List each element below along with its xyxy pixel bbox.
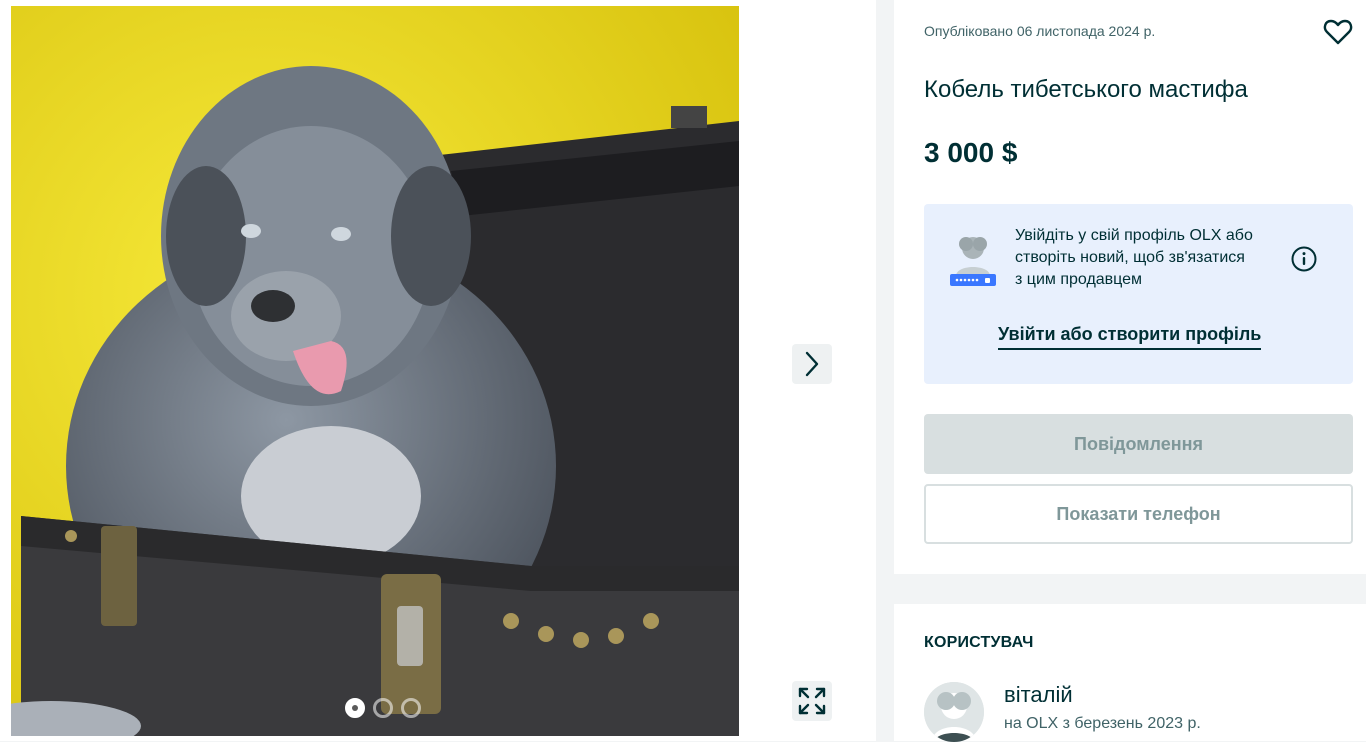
listing-card: Опубліковано 06 листопада 2024 р. Кобель… <box>894 0 1366 574</box>
listing-photo[interactable] <box>11 6 739 736</box>
pagination-dot-2[interactable] <box>373 698 393 718</box>
login-link[interactable]: Увійти або створити профіль <box>998 324 1262 350</box>
login-prompt-text: Увійдіть у свій профіль OLX або створіть… <box>1015 227 1253 288</box>
photo-illustration <box>11 6 739 736</box>
heart-icon <box>1323 19 1353 45</box>
seller-since: на OLX з березень 2023 р. <box>1004 715 1201 732</box>
gallery-pagination <box>345 698 421 718</box>
fullscreen-button[interactable] <box>792 681 832 721</box>
favorite-button[interactable] <box>1322 16 1354 48</box>
seller-avatar[interactable] <box>924 682 984 742</box>
listing-price: 3 000 $ <box>924 137 1018 168</box>
published-date: Опубліковано 06 листопада 2024 р. <box>924 23 1156 39</box>
gallery-panel <box>0 0 876 741</box>
seller-name[interactable]: віталій <box>1004 682 1073 708</box>
seller-heading: КОРИСТУВАЧ <box>924 634 1034 651</box>
show-phone-button[interactable]: Показати телефон <box>924 484 1353 544</box>
seller-card: КОРИСТУВАЧ віталій на OLX з березень 202… <box>894 604 1366 742</box>
expand-icon <box>798 687 826 715</box>
chevron-right-icon <box>805 351 819 377</box>
info-icon[interactable] <box>1291 246 1317 272</box>
login-prompt: Увійдіть у свій профіль OLX або створіть… <box>924 204 1353 384</box>
listing-title: Кобель тибетського мастифа <box>924 76 1248 103</box>
pagination-dot-1[interactable] <box>345 698 365 718</box>
message-button[interactable]: Повідомлення <box>924 414 1353 474</box>
profile-login-icon <box>950 237 996 286</box>
avatar-placeholder-icon <box>924 682 984 742</box>
next-photo-button[interactable] <box>792 344 832 384</box>
pagination-dot-3[interactable] <box>401 698 421 718</box>
